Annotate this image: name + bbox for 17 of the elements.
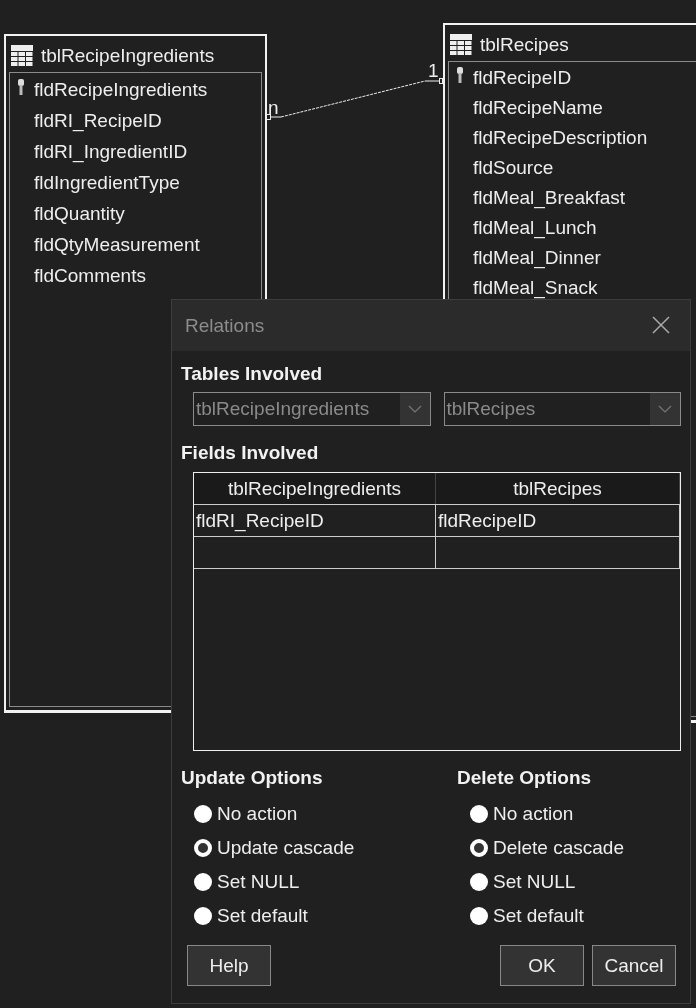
option-label: No action <box>493 803 574 825</box>
cardinality-label: 1 <box>428 60 439 82</box>
group-heading: Delete Options <box>457 767 592 788</box>
option-label: Update cascade <box>217 837 355 859</box>
group-heading: Update Options <box>181 767 323 788</box>
dialog-title: Relations <box>185 314 265 337</box>
column-header: tblRecipes <box>436 473 680 505</box>
cardinality-label: n <box>268 97 279 119</box>
option-label: Set NULL <box>217 871 300 893</box>
option-label: Delete cascade <box>493 837 624 859</box>
option-label: No action <box>217 803 298 825</box>
table-title: tblRecipeIngredients <box>41 45 215 67</box>
option-label: Set default <box>217 905 308 927</box>
option-label: Set default <box>493 905 584 927</box>
table-title: tblRecipes <box>480 34 569 56</box>
column-header: tblRecipeIngredients <box>194 473 436 505</box>
option-label: Set NULL <box>493 871 576 893</box>
